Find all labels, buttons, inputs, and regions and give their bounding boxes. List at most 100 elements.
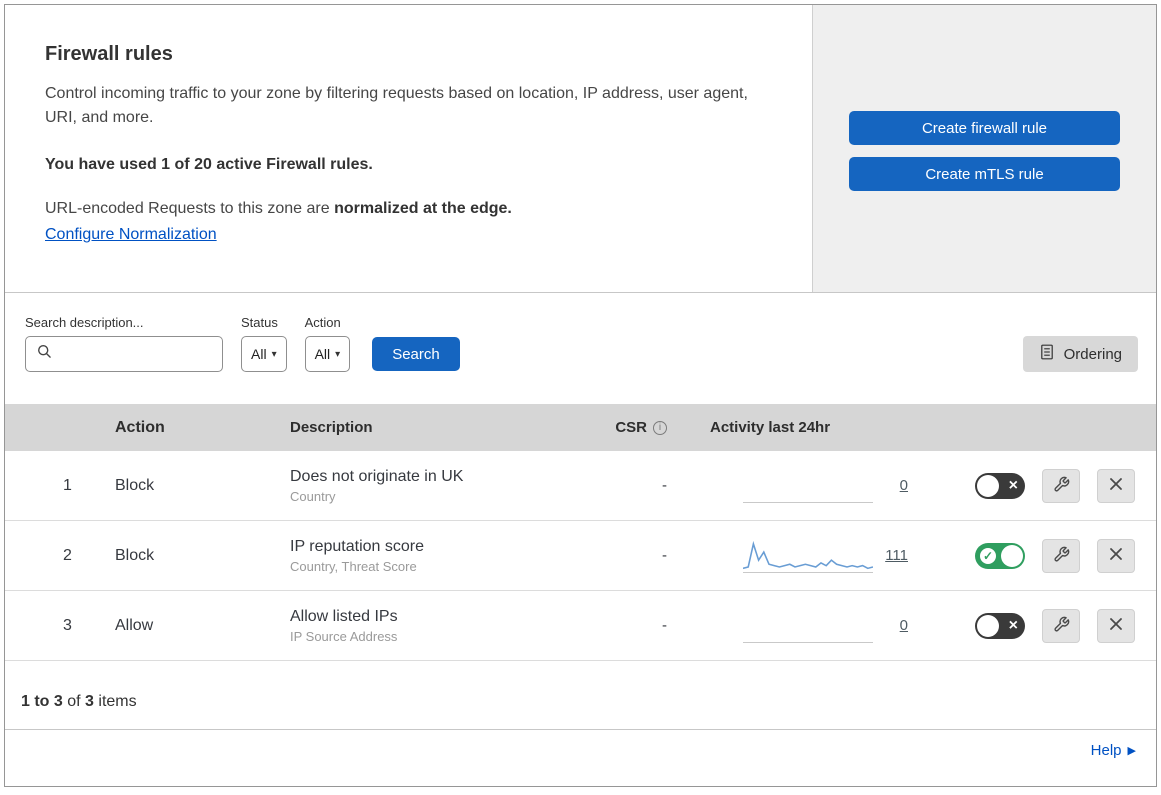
rule-enabled-toggle[interactable]: ✓ × (975, 612, 1025, 639)
rule-controls-cell: ✓ × (920, 538, 1156, 573)
activity-count-link[interactable]: 111 (885, 547, 908, 564)
header-section: Firewall rules Control incoming traffic … (5, 5, 1156, 293)
rule-enabled-toggle[interactable]: ✓ × (975, 472, 1025, 499)
rule-csr: - (662, 617, 667, 634)
rule-activity-cell: 111 (695, 539, 920, 573)
table-row: 2 Block IP reputation score Country, Thr… (5, 521, 1156, 591)
activity-sparkline (743, 539, 873, 573)
rule-description-cell: Does not originate in UK Country (275, 468, 595, 504)
x-icon: × (1008, 616, 1018, 634)
rule-csr: - (662, 477, 667, 494)
status-dropdown[interactable]: All ▾ (241, 336, 287, 372)
page-title: Firewall rules (45, 43, 173, 65)
normalization-text: URL-encoded Requests to this zone are no… (45, 200, 772, 218)
toggle-knob (977, 614, 999, 637)
rule-criteria: Country, Threat Score (290, 558, 417, 574)
create-mtls-rule-button[interactable]: Create mTLS rule (849, 157, 1120, 191)
activity-count-link[interactable]: 0 (900, 477, 908, 494)
search-input[interactable] (59, 346, 212, 362)
status-label: Status (241, 315, 278, 330)
search-icon (36, 343, 53, 365)
delete-rule-button[interactable] (1097, 468, 1135, 503)
header-activity-column: Activity last 24hr (710, 419, 831, 436)
firewall-rules-panel: Firewall rules Control incoming traffic … (4, 4, 1157, 787)
activity-count-link[interactable]: 0 (900, 617, 908, 634)
action-filter-group: Action All ▾ (304, 315, 351, 372)
rule-description: Allow listed IPs (290, 607, 398, 625)
help-bar: Help ▶ (5, 730, 1156, 774)
rule-priority: 1 (63, 476, 72, 494)
ordering-button[interactable]: Ordering (1022, 336, 1138, 372)
search-button[interactable]: Search (372, 337, 460, 371)
search-input-box[interactable] (25, 336, 223, 372)
ordering-button-label: Ordering (1063, 345, 1122, 363)
edit-rule-button[interactable] (1042, 468, 1080, 503)
wrench-icon (1053, 616, 1070, 636)
page-description: Control incoming traffic to your zone by… (45, 85, 748, 126)
csr-header-label: CSR (615, 419, 647, 436)
info-icon[interactable]: i (653, 420, 667, 435)
header-actions-area: Create firewall rule Create mTLS rule (813, 5, 1156, 292)
close-icon (1109, 547, 1123, 564)
items-of-text: of (62, 693, 86, 710)
close-icon (1109, 477, 1123, 494)
chevron-down-icon: ▾ (271, 348, 277, 360)
x-icon: × (1008, 476, 1018, 494)
close-icon (1109, 617, 1123, 634)
items-total: 3 (85, 693, 94, 710)
edit-rule-button[interactable] (1042, 538, 1080, 573)
ordering-list-icon (1039, 343, 1055, 365)
rule-description-cell: Allow listed IPs IP Source Address (275, 608, 595, 644)
activity-sparkline (743, 469, 873, 503)
wrench-icon (1053, 476, 1070, 496)
rule-description-cell: IP reputation score Country, Threat Scor… (275, 538, 595, 574)
rule-description: IP reputation score (290, 537, 425, 555)
items-label: items (93, 693, 137, 710)
header-text-area: Firewall rules Control incoming traffic … (5, 5, 813, 292)
header-description-column: Description (290, 419, 373, 436)
rule-description: Does not originate in UK (290, 467, 464, 485)
filter-toolbar: Search description... Status All ▾ Actio… (5, 293, 1156, 404)
rule-action: Allow (115, 616, 154, 634)
rule-action: Block (115, 476, 155, 494)
chevron-down-icon: ▾ (335, 348, 341, 360)
header-csr-column: CSR i (595, 419, 695, 436)
delete-rule-button[interactable] (1097, 538, 1135, 573)
search-label: Search description... (25, 315, 144, 330)
pagination-summary: 1 to 3 of 3 items (5, 661, 1156, 730)
help-link[interactable]: Help ▶ (1091, 742, 1136, 759)
toggle-knob (1001, 544, 1023, 567)
edit-rule-button[interactable] (1042, 608, 1080, 643)
help-link-label: Help (1090, 742, 1122, 759)
toggle-knob (977, 474, 999, 497)
rule-priority: 2 (63, 546, 72, 564)
rule-csr: - (662, 547, 667, 564)
status-filter-group: Status All ▾ (241, 315, 287, 372)
table-row: 3 Allow Allow listed IPs IP Source Addre… (5, 591, 1156, 661)
arrow-right-icon: ▶ (1127, 745, 1136, 757)
usage-summary: You have used 1 of 20 active Firewall ru… (45, 156, 373, 173)
normalization-prefix: URL-encoded Requests to this zone are (45, 200, 335, 217)
activity-sparkline (743, 609, 873, 643)
rule-controls-cell: ✓ × (920, 608, 1156, 643)
header-action-column: Action (115, 418, 165, 436)
rule-activity-cell: 0 (695, 609, 920, 643)
action-dropdown-value: All (314, 346, 331, 362)
rule-controls-cell: ✓ × (920, 468, 1156, 503)
normalization-bold: normalized at the edge. (334, 200, 512, 217)
delete-rule-button[interactable] (1097, 608, 1135, 643)
rule-enabled-toggle[interactable]: ✓ × (975, 542, 1025, 569)
rule-priority: 3 (63, 616, 72, 634)
action-label: Action (304, 315, 341, 330)
rule-criteria: Country (290, 488, 336, 504)
create-firewall-rule-button[interactable]: Create firewall rule (849, 111, 1120, 145)
table-row: 1 Block Does not originate in UK Country… (5, 451, 1156, 521)
status-dropdown-value: All (251, 346, 267, 362)
wrench-icon (1053, 546, 1070, 566)
check-icon: ✓ (980, 547, 996, 564)
action-dropdown[interactable]: All ▾ (304, 336, 351, 372)
rules-table-header: Action Description CSR i Activity last 2… (5, 404, 1156, 451)
configure-normalization-link[interactable]: Configure Normalization (45, 226, 217, 243)
rule-action: Block (115, 546, 155, 564)
rule-activity-cell: 0 (695, 469, 920, 503)
